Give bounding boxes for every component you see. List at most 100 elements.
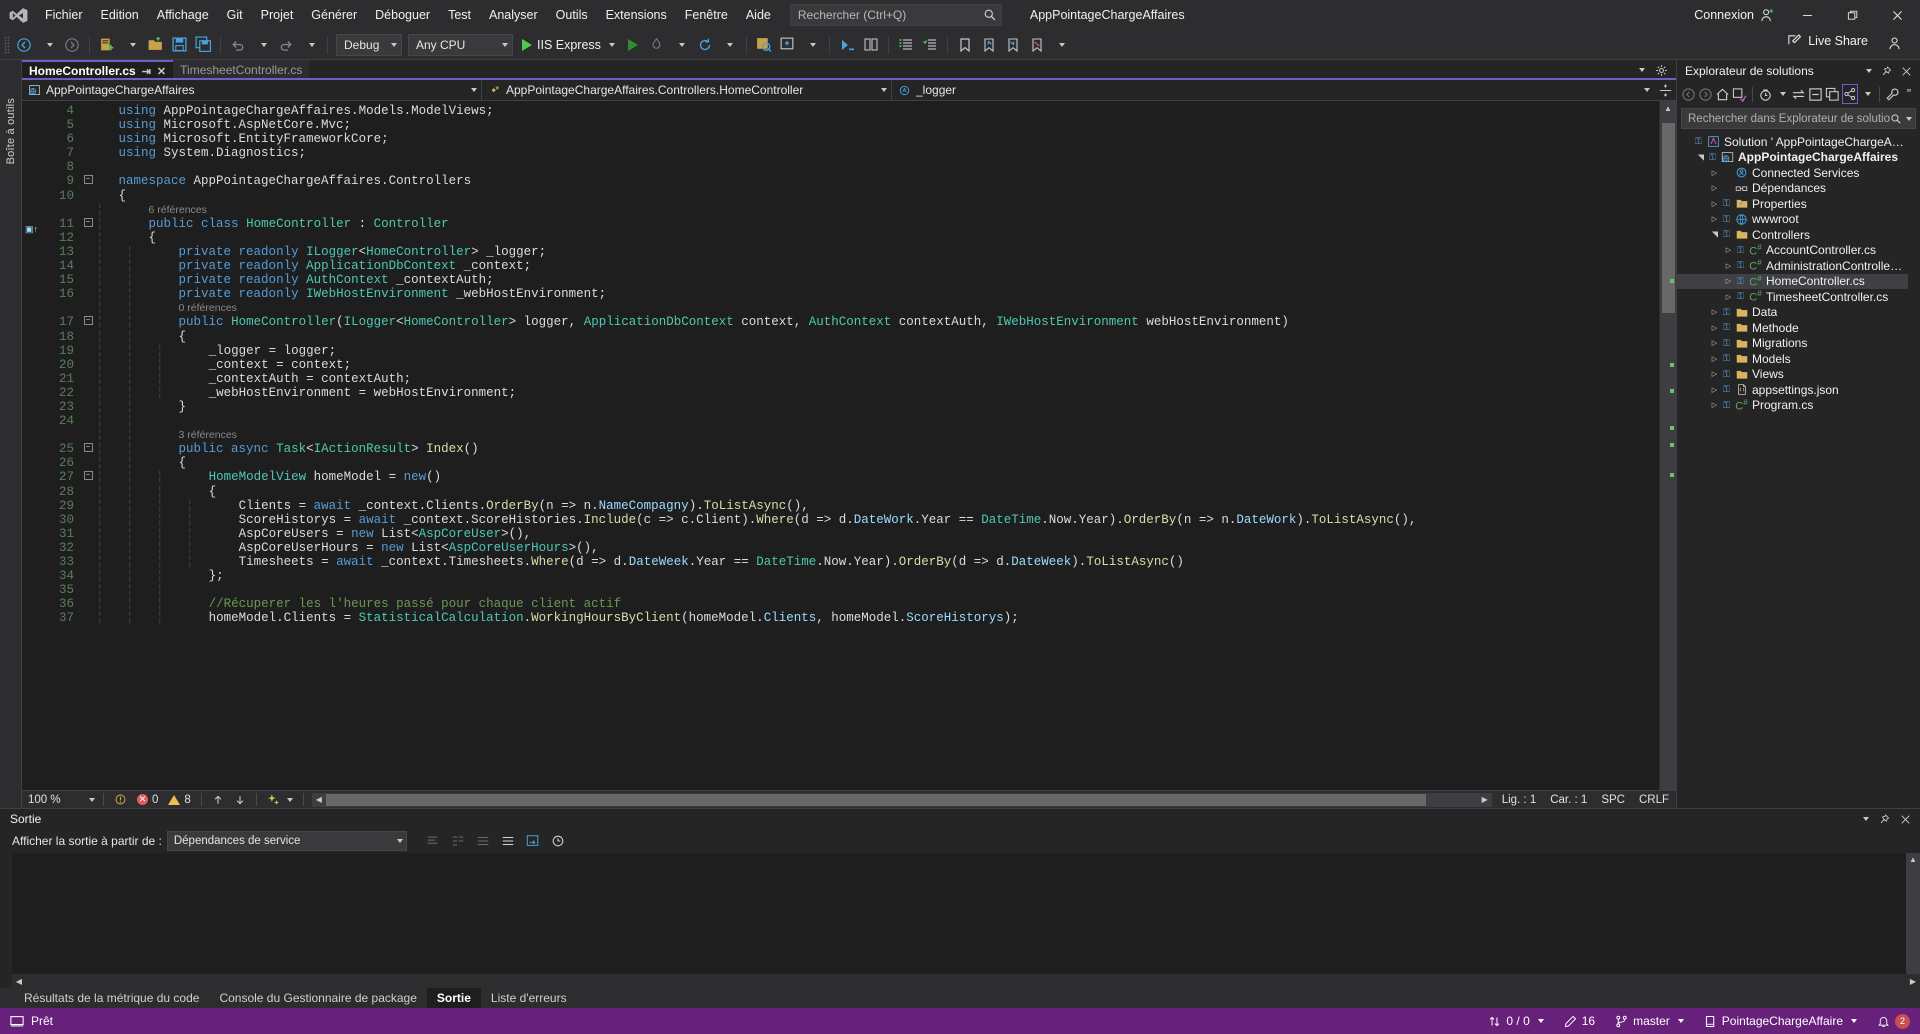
expander-closed-icon[interactable]: ▷	[1709, 184, 1720, 192]
code-line[interactable]: 16 ¦ ¦ private readonly IWebHostEnvironme…	[40, 287, 1659, 301]
se-pending-changes-button[interactable]	[1732, 84, 1747, 104]
expander-closed-icon[interactable]: ▷	[1709, 355, 1720, 363]
start-debugging-button[interactable]: IIS Express	[516, 33, 621, 57]
menu-analyser[interactable]: Analyser	[480, 0, 547, 30]
previous-issue-button[interactable]	[207, 794, 229, 806]
warning-count[interactable]: 8	[163, 794, 195, 806]
solution-tree-item[interactable]: ▷ ⚿ C# AdministrationController.cs	[1677, 258, 1908, 274]
code-line[interactable]: 29 ¦ ¦ ¦ ¦ Clients = await _context.Clien…	[40, 499, 1659, 513]
output-wordwrap-button[interactable]	[498, 831, 518, 851]
solution-tree-item[interactable]: ▷ ⚿ Properties	[1677, 196, 1908, 212]
solution-tree-item[interactable]: ▷ ⚿ wwwroot	[1677, 212, 1908, 228]
bookmark-glyph-icon[interactable]: ▣↑	[25, 224, 38, 235]
save-all-button[interactable]	[191, 33, 215, 57]
output-find-message-button[interactable]	[423, 831, 443, 851]
scroll-right-arrow-icon[interactable]: ▶	[1478, 793, 1492, 807]
navigate-back-dropdown[interactable]	[36, 33, 60, 57]
previous-bookmark-button[interactable]	[977, 33, 1001, 57]
next-bookmark-button[interactable]	[1001, 33, 1025, 57]
solution-tree-item[interactable]: ▷ ⚿ C# HomeController.cs	[1677, 273, 1908, 289]
solution-explorer-search-input[interactable]: Rechercher dans Explorateur de solutions…	[1681, 108, 1916, 129]
glyph-margin[interactable]: ▣↑	[22, 101, 40, 790]
zoom-level-dropdown[interactable]: 100 %	[22, 791, 98, 809]
chevron-down-icon[interactable]	[1906, 116, 1912, 121]
scroll-up-arrow-icon[interactable]: ▲	[1906, 853, 1920, 867]
solution-tree-item[interactable]: ▷ ⚿ Migrations	[1677, 336, 1908, 352]
menu-edition[interactable]: Edition	[92, 0, 148, 30]
restart-button[interactable]	[693, 33, 717, 57]
code-text-area[interactable]: 4 using AppPointageChargeAffaires.Models…	[40, 101, 1659, 790]
se-overflow-button[interactable]: ”	[1902, 84, 1916, 104]
solution-tree-item[interactable]: ▷ ⚿ C# Program.cs	[1677, 398, 1908, 414]
nav-type-dropdown[interactable]: AppPointageChargeAffaires.Controllers.Ho…	[482, 79, 892, 101]
menu-aide[interactable]: Aide	[737, 0, 780, 30]
navigate-forward-button[interactable]	[60, 33, 84, 57]
fold-toggle-icon[interactable]: −	[80, 315, 96, 329]
code-line[interactable]: 21 ¦ ¦ ¦ _contextAuth = contextAuth;	[40, 372, 1659, 386]
bottom-tab[interactable]: Liste d'erreurs	[481, 988, 577, 1008]
expander-closed-icon[interactable]: ▷	[1723, 293, 1734, 301]
scrollbar-thumb[interactable]	[1662, 123, 1675, 313]
live-share-button[interactable]: Live Share	[1787, 33, 1868, 48]
step-into-button[interactable]	[835, 33, 859, 57]
code-line[interactable]: 9− namespace AppPointageChargeAffaires.C…	[40, 174, 1659, 188]
se-collapse-all-button[interactable]	[1808, 84, 1823, 104]
toolbox-dock[interactable]: Boîte à outils	[0, 60, 22, 808]
code-line[interactable]: 11− ¦ public class HomeController : Contr…	[40, 217, 1659, 231]
solution-explorer-scrollbar[interactable]	[1908, 132, 1920, 808]
se-preview-selected-button[interactable]	[1841, 84, 1858, 104]
scroll-up-arrow-icon[interactable]: ▲	[1660, 101, 1676, 115]
code-line[interactable]: 26 ¦ ¦ {	[40, 456, 1659, 470]
code-line[interactable]: 18 ¦ ¦ {	[40, 330, 1659, 344]
solution-tree-item[interactable]: ▷ ⚿ Methode	[1677, 320, 1908, 336]
new-project-button[interactable]	[95, 33, 119, 57]
solution-tree-item[interactable]: ▷ ⚿ appsettings.json	[1677, 382, 1908, 398]
expander-closed-icon[interactable]: ▷	[1723, 246, 1734, 254]
code-line[interactable]: ¦ ¦ 0 références	[40, 301, 1659, 315]
output-content-area[interactable]: ▲	[12, 853, 1920, 974]
expander-closed-icon[interactable]: ▷	[1723, 262, 1734, 270]
solution-platform-dropdown[interactable]: Any CPU	[408, 33, 513, 56]
nav-member-dropdown[interactable]: _logger	[892, 80, 1654, 101]
start-without-debugging-button[interactable]	[621, 33, 645, 57]
new-project-dropdown[interactable]	[119, 33, 143, 57]
code-line[interactable]: 33 ¦ ¦ ¦ ¦ Timesheets = await _context.Ti…	[40, 555, 1659, 569]
code-line[interactable]: 6 using Microsoft.EntityFrameworkCore;	[40, 132, 1659, 146]
close-icon[interactable]: ✕	[157, 65, 166, 78]
scroll-left-arrow-icon[interactable]: ◀	[312, 793, 326, 807]
solution-tree-item[interactable]: ▷ ⚿ Models	[1677, 351, 1908, 367]
se-properties-button[interactable]	[1885, 84, 1900, 104]
solution-tree-item[interactable]: ▷ ⚿ Data	[1677, 305, 1908, 321]
close-button[interactable]	[1875, 0, 1920, 30]
code-line[interactable]: 8	[40, 160, 1659, 174]
menu-projet[interactable]: Projet	[252, 0, 303, 30]
solution-tree[interactable]: ⚿ Solution ' AppPointageChargeAffaires ' …	[1677, 132, 1908, 808]
code-line[interactable]: 20 ¦ ¦ ¦ _context = context;	[40, 358, 1659, 372]
se-back-button[interactable]	[1681, 84, 1696, 104]
code-editor[interactable]: ▣↑ 4 using AppPointageChargeAffaires.Mod…	[22, 101, 1676, 790]
code-line[interactable]: 37 ¦ ¦ ¦ homeModel.Clients = StatisticalC…	[40, 611, 1659, 625]
code-line[interactable]: 32 ¦ ¦ ¦ ¦ AspCoreUserHours = new List<As…	[40, 541, 1659, 555]
expander-closed-icon[interactable]: ▷	[1709, 401, 1720, 409]
restore-button[interactable]	[1830, 0, 1875, 30]
code-line[interactable]: 30 ¦ ¦ ¦ ¦ ScoreHistorys = await _context…	[40, 513, 1659, 527]
se-history-button[interactable]	[1758, 84, 1773, 104]
code-line[interactable]: 24 ¦ ¦	[40, 414, 1659, 428]
pin-icon[interactable]	[1881, 65, 1892, 77]
scroll-right-arrow-icon[interactable]: ▶	[1906, 977, 1920, 986]
select-element-button[interactable]	[752, 33, 776, 57]
se-history-dropdown[interactable]	[1775, 84, 1789, 104]
bottom-tab[interactable]: Console du Gestionnaire de package	[209, 988, 426, 1008]
expander-closed-icon[interactable]: ▷	[1709, 169, 1720, 177]
chevron-down-icon[interactable]	[1866, 69, 1872, 73]
quick-actions-button[interactable]	[262, 793, 298, 806]
code-line[interactable]: 23 ¦ ¦ }	[40, 400, 1659, 414]
expander-closed-icon[interactable]: ▷	[1709, 308, 1720, 316]
next-issue-button[interactable]	[229, 794, 251, 806]
code-line[interactable]: 13 ¦ ¦ private readonly ILogger<HomeContr…	[40, 245, 1659, 259]
expander-closed-icon[interactable]: ▷	[1709, 324, 1720, 332]
menu-deboguer[interactable]: Déboguer	[366, 0, 439, 30]
output-clear-all-button[interactable]	[448, 831, 468, 851]
gear-icon[interactable]	[1655, 64, 1668, 77]
redo-dropdown[interactable]	[298, 33, 322, 57]
